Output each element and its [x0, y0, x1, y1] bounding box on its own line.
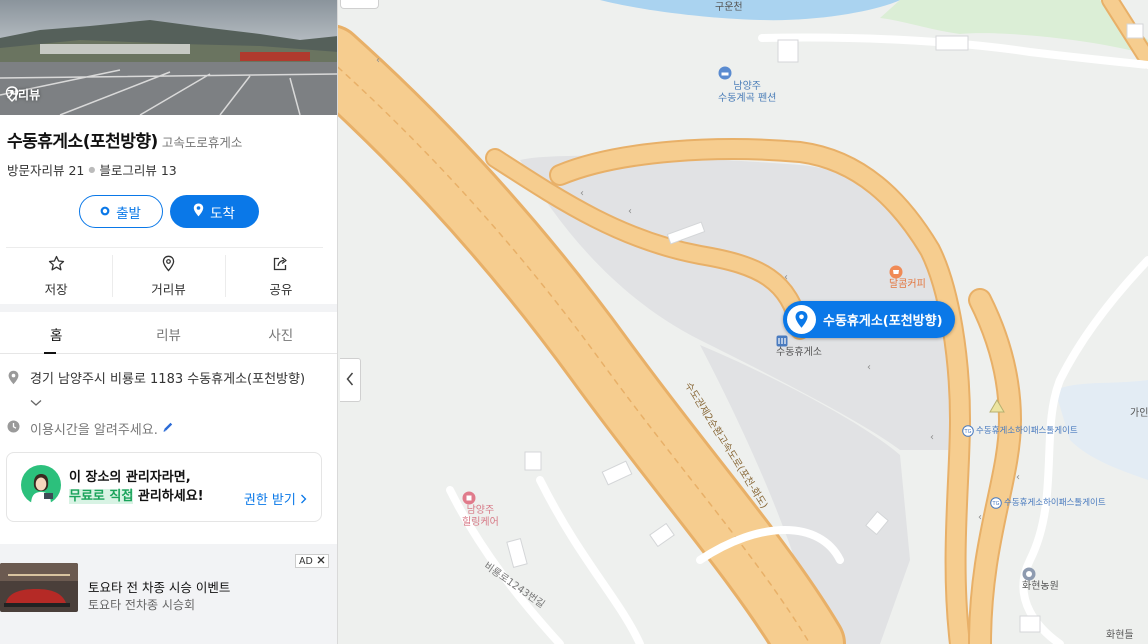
- section-gap: [0, 304, 337, 312]
- svg-text:‹: ‹: [628, 206, 632, 217]
- origin-dot-icon: [100, 204, 110, 220]
- location-pin-icon: [7, 370, 20, 389]
- share-label: 공유: [269, 281, 293, 297]
- svg-text:‹: ‹: [1016, 472, 1020, 483]
- share-icon: [272, 255, 289, 275]
- ad-subtitle: 토요타 전차종 시승회: [88, 598, 195, 612]
- hours-row[interactable]: 이용시간을 알려주세요.: [0, 419, 337, 438]
- hipass-gate-1[interactable]: TG 수동휴게소하이패스톨게이트: [962, 425, 1078, 437]
- clinic-icon: [462, 491, 499, 505]
- pension-label: 남양주 수동계곡 펜션: [718, 81, 777, 104]
- ad-badge: AD: [295, 554, 329, 568]
- ad-section: 토요타 전 차종 시승 이벤트 토요타 전차종 시승회 AD: [0, 544, 337, 644]
- svg-text:‹: ‹: [784, 272, 788, 283]
- manager-avatar-icon: [21, 465, 61, 509]
- healing-poi[interactable]: 남양주 힐링케어: [462, 491, 499, 529]
- chevron-right-icon: [300, 493, 307, 508]
- place-category: 고속도로휴게소: [161, 135, 243, 150]
- save-label: 저장: [44, 281, 68, 297]
- edge-right-label: 가인: [1130, 408, 1148, 419]
- svg-text:‹: ‹: [376, 55, 380, 66]
- separator-dot: ●: [88, 165, 96, 174]
- place-marker-pin-icon: [787, 305, 816, 334]
- place-marker-label: 수동휴게소(포천방향): [823, 314, 943, 329]
- selected-place-marker[interactable]: 수동휴게소(포천방향): [783, 301, 955, 338]
- ad-badge-label: AD: [299, 555, 313, 567]
- place-title: 수동휴게소(포천방향): [7, 132, 158, 152]
- manager-line1: 이 장소의 관리자라면,: [69, 470, 191, 485]
- farm-label: 화현농원: [1022, 581, 1059, 592]
- gate1-label: 수동휴게소하이패스톨게이트: [976, 426, 1078, 436]
- share-action[interactable]: 공유: [224, 254, 337, 298]
- rest-area-label: 수동휴게소: [776, 347, 822, 358]
- place-panel: 거리뷰 수동휴게소(포천방향) 고속도로휴게소 방문자리뷰 21 ● 블로그리뷰…: [0, 0, 338, 644]
- svg-text:‹: ‹: [580, 188, 584, 199]
- svg-text:TG: TG: [964, 429, 972, 435]
- streetview-label: 거리뷰: [151, 281, 186, 297]
- gate2-label: 수동휴게소하이패스톨게이트: [1004, 498, 1106, 508]
- place-photo[interactable]: 거리뷰: [0, 0, 337, 115]
- destination-pin-icon: [193, 203, 204, 221]
- cafe-label: 달콤커피: [889, 279, 926, 290]
- depart-button[interactable]: 출발: [78, 195, 163, 228]
- tab-bar: 홈 리뷰 사진: [0, 312, 337, 354]
- pension-poi[interactable]: 남양주 수동계곡 펜션: [718, 66, 776, 105]
- tollgate-icon: TG: [962, 425, 974, 437]
- address-text: 경기 남양주시 비룡로 1183 수동휴게소(포천방향): [30, 372, 306, 387]
- visitor-reviews-link[interactable]: 방문자리뷰 21: [7, 160, 84, 179]
- cafe-poi[interactable]: 달콤커피: [889, 265, 926, 291]
- hipass-gate-2[interactable]: TG 수동휴게소하이패스톨게이트: [990, 497, 1106, 509]
- tab-home[interactable]: 홈: [0, 312, 112, 354]
- svg-text:‹: ‹: [867, 362, 871, 373]
- river-label: 구운천: [715, 2, 743, 13]
- address-row: 경기 남양주시 비룡로 1183 수동휴게소(포천방향): [0, 368, 337, 389]
- svg-text:TG: TG: [992, 501, 1000, 507]
- arrive-label: 도착: [210, 205, 235, 222]
- collapse-panel-button[interactable]: [340, 358, 361, 402]
- blog-reviews-link[interactable]: 블로그리뷰 13: [99, 160, 176, 179]
- pencil-icon: [162, 421, 174, 437]
- hours-prompt: 이용시간을 알려주세요.: [30, 423, 158, 438]
- farm-icon: [1022, 567, 1059, 581]
- manager-line2: 관리하세요!: [133, 489, 204, 504]
- streetview-tag[interactable]: 거리뷰: [5, 86, 40, 103]
- action-bar: 저장 거리뷰 공유: [0, 248, 337, 304]
- bed-icon: [718, 66, 776, 80]
- farm-poi[interactable]: 화현농원: [1022, 567, 1059, 593]
- cafe-icon: [889, 265, 926, 279]
- map-corner-button[interactable]: [340, 0, 379, 9]
- hwahyeon-label: 화현들: [1106, 630, 1134, 641]
- close-icon[interactable]: [317, 556, 325, 567]
- star-icon: [48, 255, 65, 275]
- claim-permission-link[interactable]: 권한 받기: [244, 489, 307, 508]
- manager-highlight: 무료로 직접: [69, 489, 134, 504]
- streetview-outline-icon: [160, 255, 177, 275]
- ad-card[interactable]: 토요타 전 차종 시승 이벤트 토요타 전차종 시승회 AD: [0, 551, 337, 631]
- arrive-button[interactable]: 도착: [169, 195, 259, 228]
- clock-icon: [7, 420, 20, 437]
- streetview-action[interactable]: 거리뷰: [112, 254, 224, 298]
- chevron-left-icon: [346, 371, 354, 390]
- chevron-down-icon: [30, 392, 42, 411]
- claim-label: 권한 받기: [243, 493, 296, 508]
- ad-title: 토요타 전 차종 시승 이벤트: [88, 580, 231, 595]
- tollgate-icon: TG: [990, 497, 1002, 509]
- ad-thumbnail: [0, 563, 78, 612]
- svg-text:‹: ‹: [930, 432, 934, 443]
- depart-label: 출발: [116, 205, 141, 222]
- save-action[interactable]: 저장: [0, 255, 112, 298]
- healing-label: 남양주 힐링케어: [462, 505, 499, 528]
- manager-claim-card[interactable]: 이 장소의 관리자라면, 무료로 직접 관리하세요! 권한 받기: [6, 452, 322, 522]
- tab-reviews[interactable]: 리뷰: [112, 312, 224, 353]
- map-canvas[interactable]: ‹ ‹ ‹ ‹ ‹ ‹ ‹ ‹ 구운천 남양주 수동계곡 펜션 달콤커피 수동휴…: [338, 0, 1148, 644]
- rest-area-poi[interactable]: 수동휴게소: [776, 335, 822, 359]
- tab-photos[interactable]: 사진: [225, 312, 337, 353]
- svg-text:‹: ‹: [978, 512, 982, 523]
- address-expand[interactable]: [0, 389, 337, 411]
